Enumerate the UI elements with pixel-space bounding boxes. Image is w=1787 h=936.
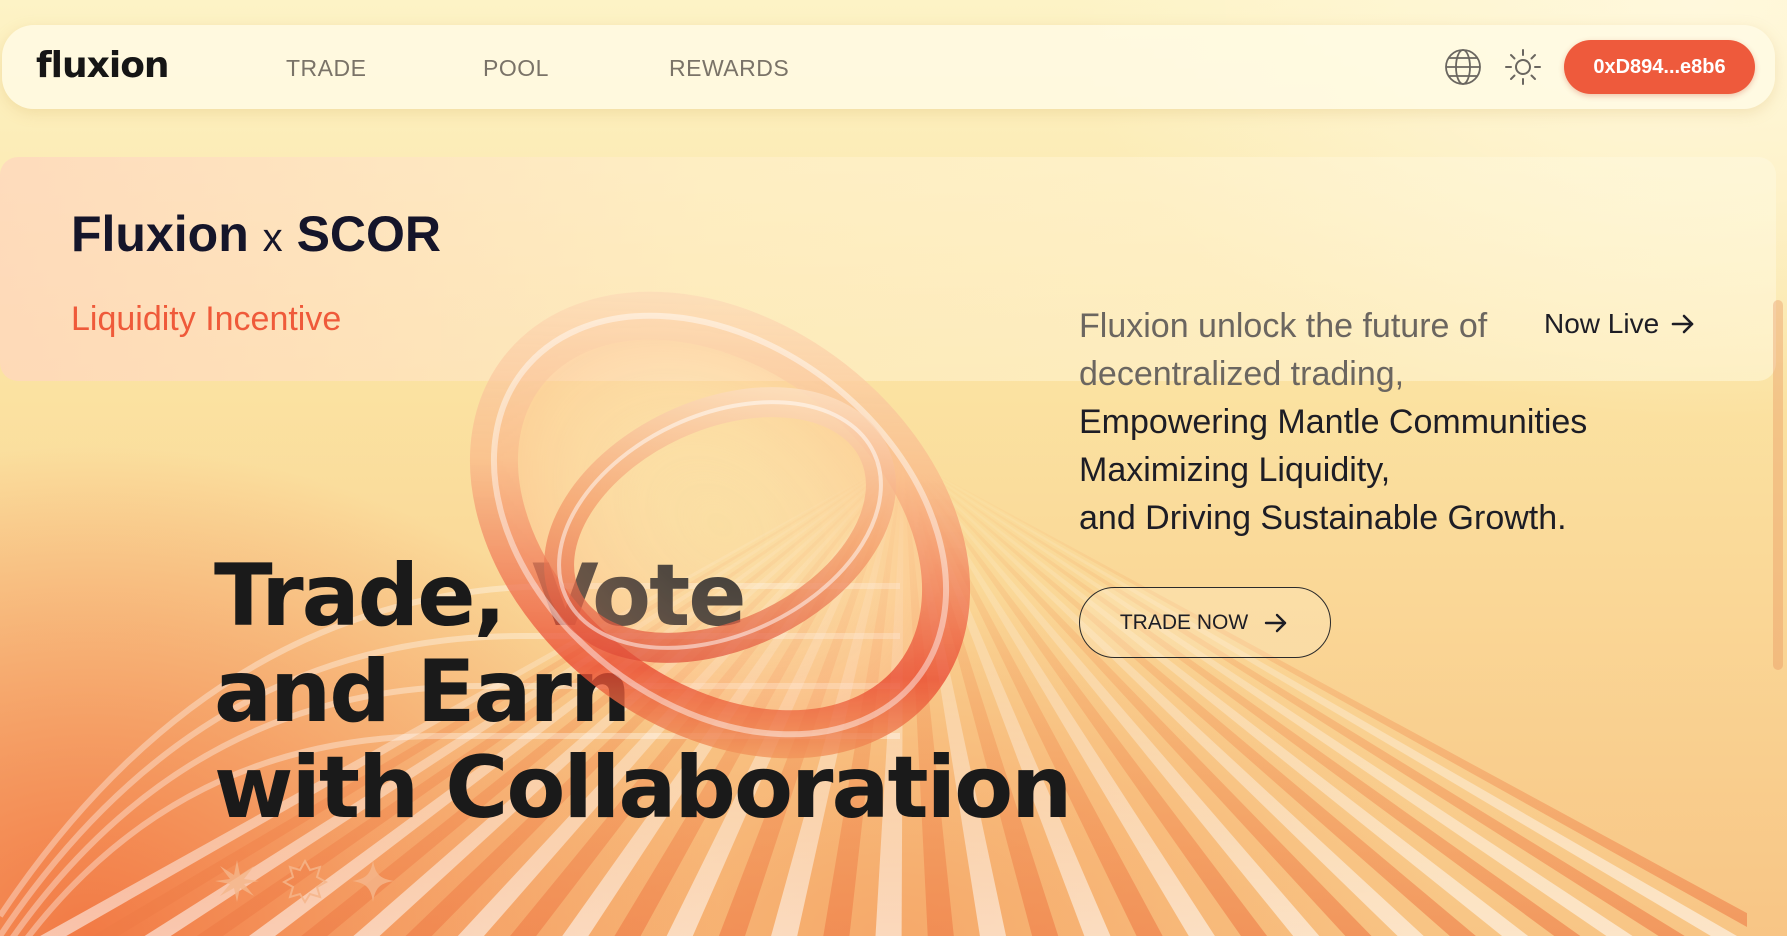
top-navbar: fluxion TRADE POOL REWARDS 0xD894...e8b6 [2, 25, 1775, 109]
hero-headline-line-3: with Collaboration [214, 738, 1072, 838]
sun-icon[interactable] [1503, 47, 1543, 87]
description-line-4: Maximizing Liquidity, [1079, 451, 1391, 489]
description-line-5: and Driving Sustainable Growth. [1079, 499, 1567, 537]
nav-link-trade[interactable]: TRADE [286, 55, 366, 82]
nav-link-pool[interactable]: POOL [483, 55, 549, 82]
banner-title: Fluxion x SCOR [71, 205, 441, 263]
arrow-right-icon [1264, 613, 1287, 632]
now-live-label: Now Live [1544, 308, 1660, 339]
banner-title-right: SCOR [296, 206, 442, 262]
sunburst-icon [215, 860, 259, 902]
description-line-2: decentralized trading, [1079, 355, 1405, 393]
page-scrollbar[interactable] [1773, 300, 1783, 670]
banner-subtitle: Liquidity Incentive [71, 300, 342, 338]
hero-headline-line-2: and Earn [214, 642, 631, 742]
now-live-link[interactable]: Now Live [1544, 308, 1697, 340]
trade-now-label: TRADE NOW [1119, 610, 1249, 634]
trade-now-button[interactable]: TRADE NOW [1079, 587, 1331, 658]
hero-headline-line-1: Trade, Vote [214, 546, 747, 646]
banner-title-left: Fluxion [71, 206, 249, 262]
badge-icon [282, 858, 328, 904]
arrow-right-icon [1671, 314, 1694, 334]
nav-link-rewards[interactable]: REWARDS [669, 55, 789, 82]
globe-icon[interactable] [1443, 47, 1483, 87]
description-line-3: Empowering Mantle Communities [1079, 403, 1588, 441]
fluxion-logo[interactable]: fluxion [36, 45, 170, 86]
decorative-stars [214, 858, 396, 904]
hero-headline: Trade, Vote and Earn with Collaboration [214, 546, 1072, 838]
banner-title-x: x [262, 216, 283, 260]
wallet-address-button[interactable]: 0xD894...e8b6 [1564, 40, 1755, 94]
sparkle-icon [352, 860, 394, 902]
